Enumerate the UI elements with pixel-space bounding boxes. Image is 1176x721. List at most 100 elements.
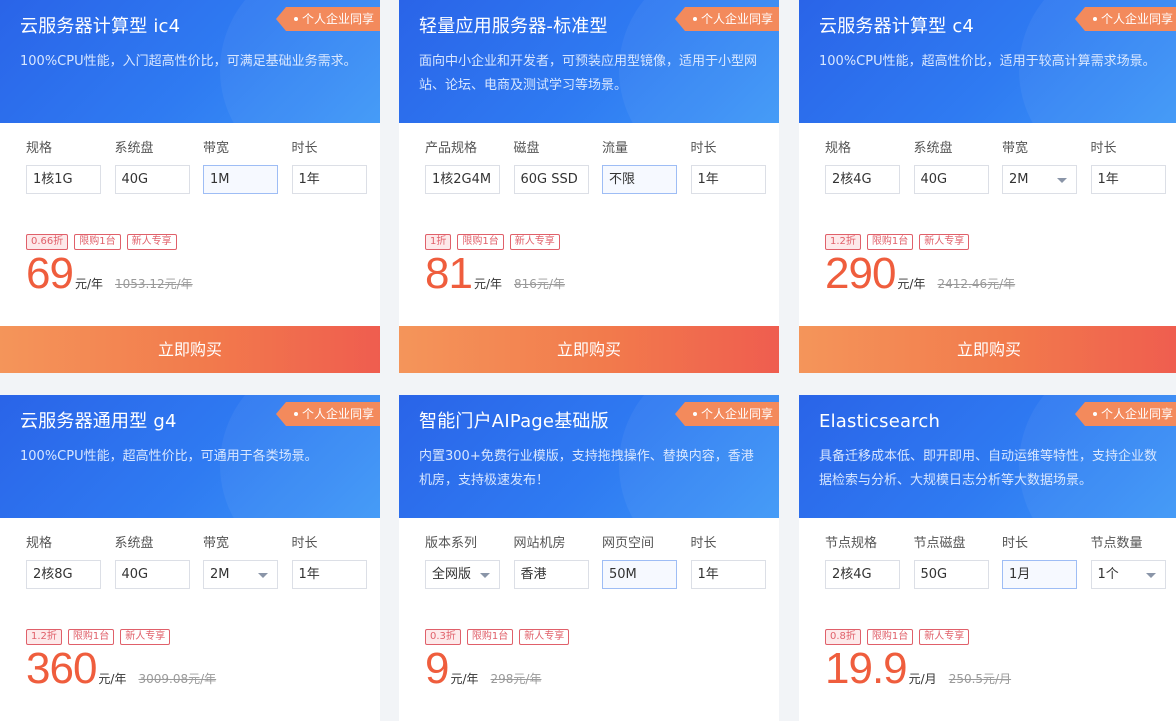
spec-value: 2M — [1009, 172, 1029, 187]
spec-selectors: 产品规格 1核2G4M 磁盘 60G SSD 流量 不限 时长 1年 — [399, 123, 779, 194]
spec-value-box[interactable]: 40G — [114, 560, 190, 589]
spec-value-box[interactable]: 40G — [913, 165, 989, 194]
ribbon-label: 个人企业同享 — [1100, 407, 1173, 421]
card-description: 内置300+免费行业模版，支持拖拽操作、替换内容，香港机房，支持极速发布！ — [419, 449, 754, 488]
spec-item: 版本系列 全网版 — [425, 534, 514, 589]
spec-label: 系统盘 — [114, 141, 154, 156]
spec-value-box[interactable]: 不限 — [602, 165, 677, 194]
chevron-down-icon — [480, 573, 490, 578]
card-header: 个人企业同享 云服务器计算型 c4 100%CPU性能，超高性价比，适用于较高计… — [799, 0, 1176, 123]
spec-label: 节点磁盘 — [913, 536, 966, 551]
spec-value: 1年 — [697, 172, 719, 187]
spec-value: 1核2G4M — [432, 172, 492, 187]
shared-ribbon-badge: 个人企业同享 — [674, 7, 779, 31]
spec-label: 磁盘 — [513, 141, 540, 156]
spec-value-box[interactable]: 1年 — [1090, 165, 1166, 194]
card-header: 个人企业同享 轻量应用服务器-标准型 面向中小企业和开发者，可预装应用型镜像，适… — [399, 0, 779, 123]
original-price: 816元/年 — [514, 277, 565, 291]
spec-value-box[interactable]: 1月 — [1002, 560, 1077, 589]
product-card-aipage: 个人企业同享 智能门户AIPage基础版 内置300+免费行业模版，支持拖拽操作… — [399, 395, 779, 721]
card-description: 具备迁移成本低、即开即用、自动运维等特性，支持企业数据检索与分析、大规模日志分析… — [819, 449, 1158, 488]
spec-value-box[interactable]: 1年 — [690, 165, 766, 194]
spec-selectors: 版本系列 全网版 网站机房 香港 网页空间 50M 时长 1年 — [399, 518, 779, 589]
spec-value-box[interactable]: 50G — [913, 560, 989, 589]
spec-value: 2核8G — [33, 567, 73, 582]
shared-ribbon-badge: 个人企业同享 — [1074, 402, 1176, 426]
discount-tag: 0.3折 — [425, 629, 461, 645]
original-price: 250.5元/月 — [948, 672, 1012, 686]
spec-label: 系统盘 — [114, 536, 154, 551]
chevron-down-icon — [1057, 178, 1067, 183]
spec-item: 系统盘 40G — [114, 534, 204, 589]
card-header: 个人企业同享 云服务器通用型 g4 100%CPU性能，超高性价比，可通用于各类… — [0, 395, 380, 518]
limit-tag: 限购1台 — [457, 234, 504, 250]
spec-item: 时长 1年 — [690, 139, 780, 194]
node-count-dropdown[interactable]: 1个 — [1090, 560, 1166, 589]
spec-value-box[interactable]: 1年 — [291, 560, 367, 589]
spec-item: 磁盘 60G SSD — [513, 139, 603, 194]
spec-value-box[interactable]: 1核2G4M — [425, 165, 500, 194]
spec-value: 1年 — [697, 567, 719, 582]
new-user-tag: 新人专享 — [120, 629, 171, 645]
spec-label: 带宽 — [203, 141, 230, 156]
spec-value-box[interactable]: 40G — [114, 165, 190, 194]
new-user-tag: 新人专享 — [509, 234, 560, 250]
spec-value-box[interactable]: 60G SSD — [513, 165, 589, 194]
price-unit: 元/年 — [74, 277, 103, 291]
buy-now-button[interactable]: 立即购买 — [799, 326, 1176, 373]
promo-tags: 0.8折 限购1台 新人专享 — [799, 589, 1176, 645]
spec-item: 时长 1年 — [690, 534, 780, 589]
spec-item: 产品规格 1核2G4M — [425, 139, 514, 194]
spec-value: 2核4G — [832, 567, 872, 582]
spec-value-box[interactable]: 1年 — [690, 560, 766, 589]
dot-icon — [692, 411, 697, 416]
new-user-tag: 新人专享 — [519, 629, 570, 645]
spec-value: 50G — [920, 567, 948, 582]
spec-label: 规格 — [26, 141, 53, 156]
buy-now-button[interactable]: 立即购买 — [0, 326, 380, 373]
buy-now-button[interactable]: 立即购买 — [399, 326, 779, 373]
spec-value: 2核4G — [832, 172, 872, 187]
spec-value-box[interactable]: 香港 — [513, 560, 589, 589]
spec-item: 规格 2核4G — [825, 139, 914, 194]
price-unit: 元/年 — [897, 277, 926, 291]
bandwidth-dropdown[interactable]: 2M — [203, 560, 278, 589]
spec-value-box[interactable]: 1M — [203, 165, 278, 194]
promo-tags: 0.3折 限购1台 新人专享 — [399, 589, 779, 645]
bandwidth-dropdown[interactable]: 2M — [1002, 165, 1077, 194]
dot-icon — [692, 16, 697, 21]
limit-tag: 限购1台 — [866, 629, 914, 645]
spec-label: 节点数量 — [1090, 536, 1143, 551]
promo-tags: 1.2折 限购1台 新人专享 — [799, 194, 1176, 250]
spec-item: 时长 1年 — [291, 534, 381, 589]
spec-value-box[interactable]: 1年 — [291, 165, 367, 194]
spec-value: 60G SSD — [520, 172, 578, 187]
spec-value-box[interactable]: 1核1G — [26, 165, 101, 194]
edition-dropdown[interactable]: 全网版 — [425, 560, 500, 589]
new-user-tag: 新人专享 — [919, 629, 970, 645]
spec-item: 规格 1核1G — [26, 139, 115, 194]
dot-icon — [293, 411, 298, 416]
spec-value: 全网版 — [432, 567, 472, 582]
spec-value: 1年 — [1097, 172, 1119, 187]
ribbon-label: 个人企业同享 — [301, 407, 374, 421]
chevron-down-icon — [258, 573, 268, 578]
spec-item: 规格 2核8G — [26, 534, 115, 589]
spec-item: 网页空间 50M — [602, 534, 691, 589]
spec-value: 1M — [210, 172, 230, 187]
discount-tag: 0.66折 — [26, 234, 69, 250]
spec-label: 网页空间 — [602, 536, 655, 551]
spec-value-box[interactable]: 2核8G — [26, 560, 101, 589]
spec-value-box[interactable]: 2核4G — [825, 165, 900, 194]
limit-tag: 限购1台 — [74, 234, 121, 250]
product-card-c4: 个人企业同享 云服务器计算型 c4 100%CPU性能，超高性价比，适用于较高计… — [799, 0, 1176, 373]
spec-item: 带宽 2M — [1002, 139, 1091, 194]
spec-value: 1年 — [298, 567, 320, 582]
dot-icon — [1092, 16, 1097, 21]
new-user-tag: 新人专享 — [126, 234, 177, 250]
spec-value-box[interactable]: 50M — [602, 560, 677, 589]
spec-value: 不限 — [609, 172, 636, 187]
product-card-ic4: 个人企业同享 云服务器计算型 ic4 100%CPU性能，入门超高性价比，可满足… — [0, 0, 380, 373]
spec-value-box[interactable]: 2核4G — [825, 560, 900, 589]
price-row: 360 元/年 3009.08元/年 — [0, 645, 380, 693]
